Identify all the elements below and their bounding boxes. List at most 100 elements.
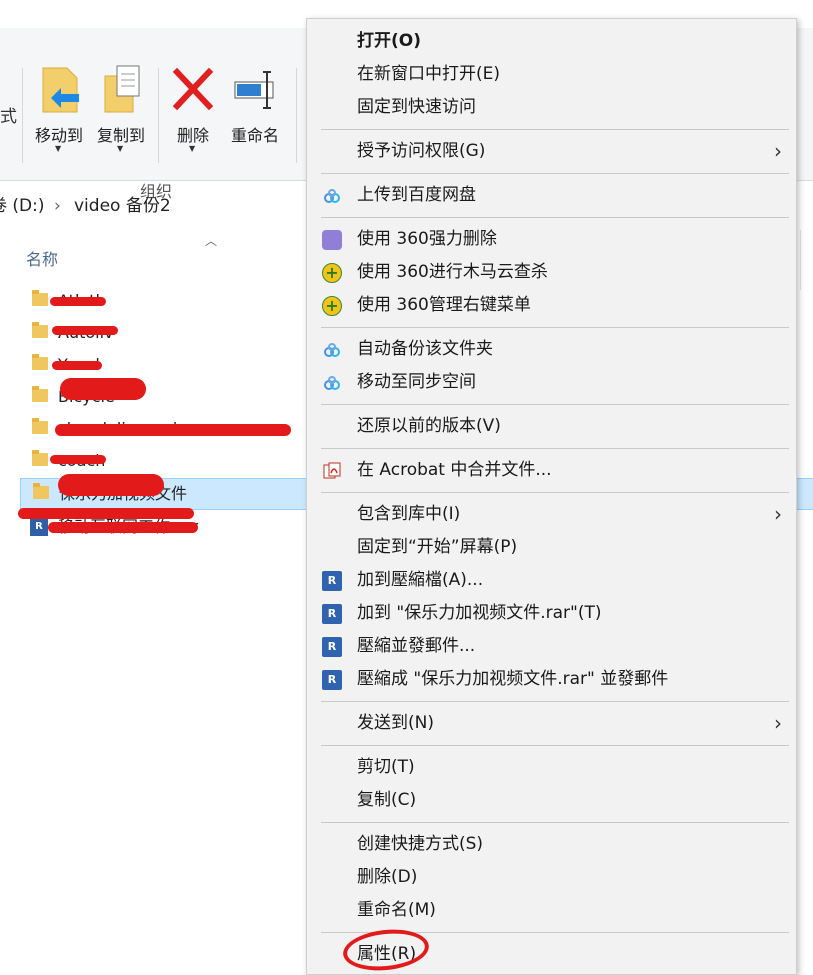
menu-item-restore-versions[interactable]: 还原以前的版本(V) <box>307 410 796 443</box>
menu-item-label: 加到壓縮檔(A)... <box>357 570 484 590</box>
ribbon-separator <box>22 68 23 163</box>
delete-label: 删除 <box>176 126 209 145</box>
folder-icon <box>32 450 48 466</box>
copy-to-button[interactable]: 复制到 ▼ <box>89 64 153 154</box>
menu-item-label: 使用 360强力删除 <box>357 229 497 249</box>
menu-item-acrobat-combine[interactable]: 在 Acrobat 中合并文件... <box>307 454 796 487</box>
folder-icon <box>32 386 48 402</box>
menu-separator <box>321 173 789 174</box>
chevron-down-icon: ▼ <box>189 144 196 153</box>
menu-item-open-new-window[interactable]: 在新窗口中打开(E) <box>307 58 796 91</box>
folder-icon <box>32 418 48 434</box>
redaction-mark <box>52 326 118 335</box>
menu-item-rename[interactable]: 重命名(M) <box>307 894 796 927</box>
rename-label: 重命名 <box>230 126 279 145</box>
breadcrumb-separator: › <box>54 196 61 216</box>
menu-item-pin-start[interactable]: 固定到“开始”屏幕(P) <box>307 531 796 564</box>
menu-separator <box>321 822 789 823</box>
360-menu-icon: + <box>322 296 342 316</box>
menu-separator <box>321 327 789 328</box>
rename-button[interactable]: 重命名 <box>223 64 287 154</box>
menu-item-add-to-rar[interactable]: R 加到 "保乐力加视频文件.rar"(T) <box>307 597 796 630</box>
menu-item-sync-space[interactable]: 移动至同步空间 <box>307 366 796 399</box>
menu-item-label: 打开(O) <box>357 31 421 51</box>
menu-item-label: 创建快捷方式(S) <box>357 834 484 854</box>
winrar-icon: R <box>322 637 342 657</box>
chevron-right-icon: › <box>774 502 782 526</box>
menu-item-label: 壓縮成 "保乐力加视频文件.rar" 並發郵件 <box>357 669 669 689</box>
menu-item-cut[interactable]: 剪切(T) <box>307 751 796 784</box>
ribbon-partial-label: 式 <box>0 107 17 127</box>
menu-item-label: 删除(D) <box>357 867 418 887</box>
menu-item-label: 自动备份该文件夹 <box>357 339 493 359</box>
move-to-icon <box>42 67 79 113</box>
ribbon-separator <box>158 68 159 163</box>
menu-item-360-shred[interactable]: 使用 360强力删除 <box>307 223 796 256</box>
menu-item-compress-email[interactable]: R 壓縮並發郵件... <box>307 630 796 663</box>
menu-item-create-shortcut[interactable]: 创建快捷方式(S) <box>307 828 796 861</box>
folder-icon <box>32 322 48 338</box>
redaction-mark <box>60 378 146 400</box>
winrar-icon: R <box>322 670 342 690</box>
baidu-cloud-icon <box>322 373 342 393</box>
move-to-label: 移动到 <box>34 126 83 145</box>
menu-item-label: 上传到百度网盘 <box>357 185 476 205</box>
delete-button[interactable]: 删除 ▼ <box>161 64 225 154</box>
winrar-file-icon: R <box>30 518 48 536</box>
menu-item-label: 加到 "保乐力加视频文件.rar"(T) <box>357 603 602 623</box>
context-menu: 打开(O) 在新窗口中打开(E) 固定到快速访问 授予访问权限(G) › 上传到… <box>306 18 797 975</box>
menu-item-label: 重命名(M) <box>357 900 436 920</box>
menu-item-baidu-upload[interactable]: 上传到百度网盘 <box>307 179 796 212</box>
menu-item-auto-backup[interactable]: 自动备份该文件夹 <box>307 333 796 366</box>
menu-separator <box>321 129 789 130</box>
360-scan-icon: + <box>322 263 342 283</box>
rename-icon <box>234 71 274 109</box>
redaction-mark <box>50 297 106 306</box>
redaction-mark <box>48 522 198 533</box>
menu-item-360-menu[interactable]: + 使用 360管理右键菜单 <box>307 289 796 322</box>
move-to-button[interactable]: 移动到 ▼ <box>27 64 91 154</box>
menu-item-add-archive[interactable]: R 加到壓縮檔(A)... <box>307 564 796 597</box>
delete-icon <box>172 67 214 111</box>
menu-item-label: 固定到“开始”屏幕(P) <box>357 537 518 557</box>
breadcrumb-drive[interactable]: 卷 (D:) <box>0 188 45 224</box>
copy-to-label: 复制到 <box>96 126 145 145</box>
baidu-cloud-icon <box>322 340 342 360</box>
menu-item-label: 发送到(N) <box>357 713 434 733</box>
menu-item-label: 在新窗口中打开(E) <box>357 64 501 84</box>
menu-item-delete[interactable]: 删除(D) <box>307 861 796 894</box>
menu-item-open[interactable]: 打开(O) <box>307 25 796 58</box>
menu-item-label: 复制(C) <box>357 790 417 810</box>
menu-item-pin-quick-access[interactable]: 固定到快速访问 <box>307 91 796 124</box>
menu-item-label: 固定到快速访问 <box>357 97 476 117</box>
menu-item-compress-rar-email[interactable]: R 壓縮成 "保乐力加视频文件.rar" 並發郵件 <box>307 663 796 696</box>
copy-to-icon <box>104 65 140 113</box>
menu-item-send-to[interactable]: 发送到(N) › <box>307 707 796 740</box>
column-header-name[interactable]: 名称 <box>26 246 58 270</box>
folder-icon <box>32 354 48 370</box>
redaction-mark <box>52 361 102 370</box>
chevron-right-icon: › <box>774 139 782 163</box>
menu-item-give-access[interactable]: 授予访问权限(G) › <box>307 135 796 168</box>
redaction-mark <box>58 474 164 496</box>
redaction-mark <box>18 508 194 519</box>
menu-separator <box>321 217 789 218</box>
chevron-right-icon: › <box>774 711 782 735</box>
breadcrumb-folder[interactable]: video 备份2 <box>74 188 171 224</box>
acrobat-icon <box>322 461 342 481</box>
menu-item-copy[interactable]: 复制(C) <box>307 784 796 817</box>
menu-item-360-scan[interactable]: + 使用 360进行木马云查杀 <box>307 256 796 289</box>
menu-item-include-library[interactable]: 包含到库中(I) › <box>307 498 796 531</box>
scrollbar-track[interactable] <box>800 230 813 290</box>
chevron-down-icon: ▼ <box>117 144 124 153</box>
menu-item-label: 使用 360进行木马云查杀 <box>357 262 548 282</box>
winrar-icon: R <box>322 604 342 624</box>
menu-separator <box>321 448 789 449</box>
redaction-mark <box>50 455 106 464</box>
360-shredder-icon <box>322 230 342 250</box>
sort-ascending-icon: ︿ <box>205 234 218 248</box>
folder-icon <box>32 290 48 306</box>
folder-icon <box>33 483 49 499</box>
baidu-cloud-icon <box>322 186 342 206</box>
menu-separator <box>321 701 789 702</box>
